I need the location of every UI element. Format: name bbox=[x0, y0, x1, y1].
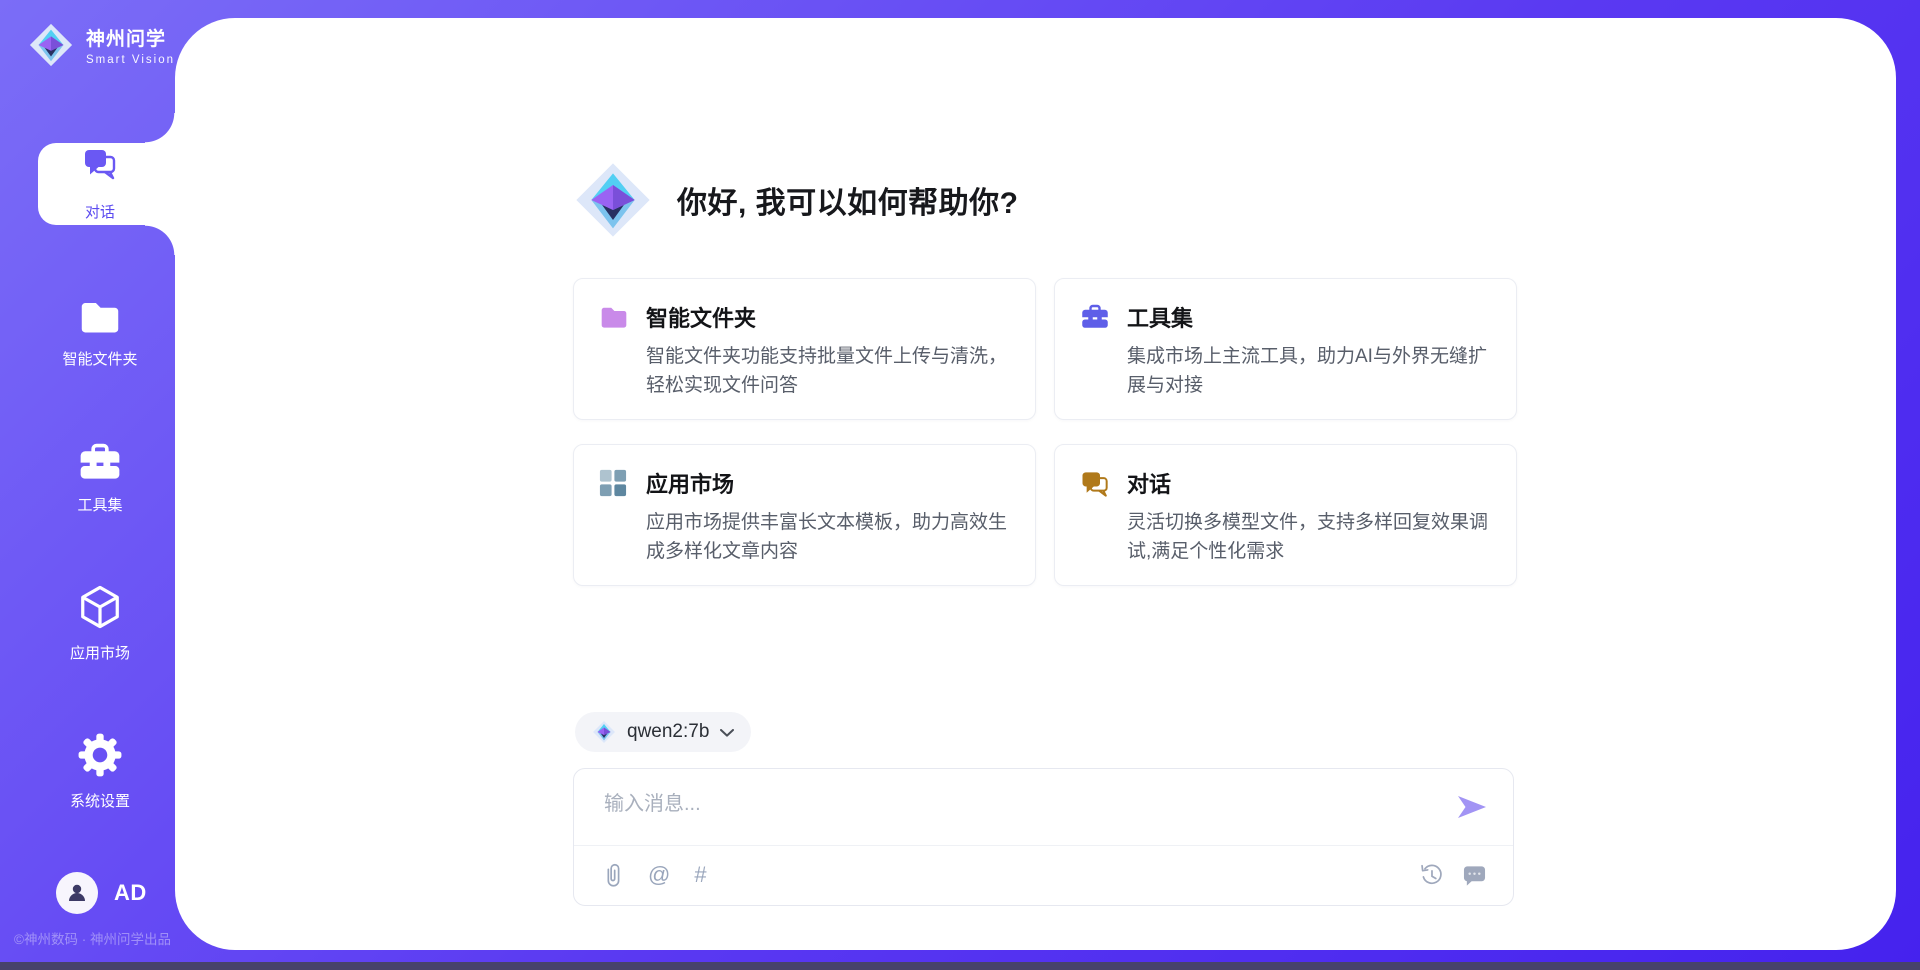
card-description: 应用市场提供丰富长文本模板，助力高效生成多样化文章内容 bbox=[646, 508, 1013, 567]
chat-bubble-icon[interactable] bbox=[1462, 864, 1487, 887]
hash-topic-icon[interactable]: # bbox=[694, 864, 706, 886]
card-toolset[interactable]: 工具集 集成市场上主流工具，助力AI与外界无缝扩展与对接 bbox=[1054, 278, 1517, 420]
avatar bbox=[56, 872, 98, 914]
sidebar-item-label: 工具集 bbox=[12, 494, 188, 515]
gear-icon bbox=[12, 732, 188, 778]
folder-icon bbox=[599, 303, 629, 401]
page-bottom-strip bbox=[0, 962, 1920, 970]
greeting-text: 你好, 我可以如何帮助你? bbox=[677, 178, 1019, 222]
history-icon[interactable] bbox=[1419, 863, 1444, 888]
brand-logo-block: 神州问学 Smart Vision bbox=[28, 22, 175, 68]
message-input[interactable] bbox=[604, 787, 1414, 839]
grid-icon bbox=[599, 469, 629, 567]
user-account[interactable]: AD bbox=[56, 872, 147, 914]
composer-toolbar: @ # bbox=[602, 846, 1487, 904]
card-title: 应用市场 bbox=[646, 467, 1013, 499]
message-composer: @ # bbox=[573, 768, 1514, 906]
model-diamond-icon bbox=[592, 720, 616, 744]
model-selector[interactable]: qwen2:7b bbox=[575, 712, 751, 752]
tab-curve-top bbox=[145, 113, 175, 143]
card-title: 智能文件夹 bbox=[646, 301, 1013, 333]
brand-subtitle: Smart Vision bbox=[86, 54, 175, 66]
send-icon[interactable] bbox=[1457, 795, 1487, 819]
brand-diamond-icon bbox=[28, 22, 74, 68]
toolbox-icon bbox=[12, 441, 188, 482]
sidebar-item-chat[interactable]: 对话 bbox=[38, 143, 178, 225]
model-name: qwen2:7b bbox=[627, 721, 709, 743]
cube-icon bbox=[12, 584, 188, 630]
sidebar-item-label: 对话 bbox=[85, 201, 115, 222]
card-description: 灵活切换多模型文件，支持多样回复效果调试,满足个性化需求 bbox=[1127, 508, 1494, 567]
card-chat[interactable]: 对话 灵活切换多模型文件，支持多样回复效果调试,满足个性化需求 bbox=[1054, 444, 1517, 586]
sidebar-item-label: 应用市场 bbox=[12, 642, 188, 663]
sidebar-item-label: 系统设置 bbox=[12, 790, 188, 811]
user-name: AD bbox=[114, 880, 147, 906]
chat-icon bbox=[1080, 469, 1110, 567]
greeting-block: 你好, 我可以如何帮助你? bbox=[573, 160, 1019, 240]
card-app-market[interactable]: 应用市场 应用市场提供丰富长文本模板，助力高效生成多样化文章内容 bbox=[573, 444, 1036, 586]
chat-icon bbox=[82, 146, 118, 182]
copyright-footer: ©神州数码 · 神州问学出品 bbox=[14, 928, 171, 948]
card-title: 工具集 bbox=[1127, 301, 1494, 333]
chevron-down-icon bbox=[720, 729, 734, 737]
feature-cards-grid: 智能文件夹 智能文件夹功能支持批量文件上传与清洗，轻松实现文件问答 工具集 集成… bbox=[573, 278, 1517, 586]
greeting-diamond-icon bbox=[573, 160, 653, 240]
sidebar-item-tools[interactable]: 工具集 bbox=[12, 441, 188, 515]
sidebar-item-settings[interactable]: 系统设置 bbox=[12, 732, 188, 811]
card-title: 对话 bbox=[1127, 467, 1494, 499]
sidebar-item-label: 智能文件夹 bbox=[12, 348, 188, 369]
folder-icon bbox=[12, 296, 188, 336]
card-smart-folder[interactable]: 智能文件夹 智能文件夹功能支持批量文件上传与清洗，轻松实现文件问答 bbox=[573, 278, 1036, 420]
brand-title: 神州问学 bbox=[86, 24, 175, 51]
paperclip-icon[interactable] bbox=[602, 861, 624, 889]
tab-curve-bottom bbox=[145, 225, 175, 255]
sidebar-item-apps[interactable]: 应用市场 bbox=[12, 584, 188, 663]
card-description: 集成市场上主流工具，助力AI与外界无缝扩展与对接 bbox=[1127, 342, 1494, 401]
card-description: 智能文件夹功能支持批量文件上传与清洗，轻松实现文件问答 bbox=[646, 342, 1013, 401]
at-mention-icon[interactable]: @ bbox=[648, 864, 670, 886]
toolbox-icon bbox=[1080, 303, 1110, 401]
sidebar-item-folders[interactable]: 智能文件夹 bbox=[12, 296, 188, 369]
